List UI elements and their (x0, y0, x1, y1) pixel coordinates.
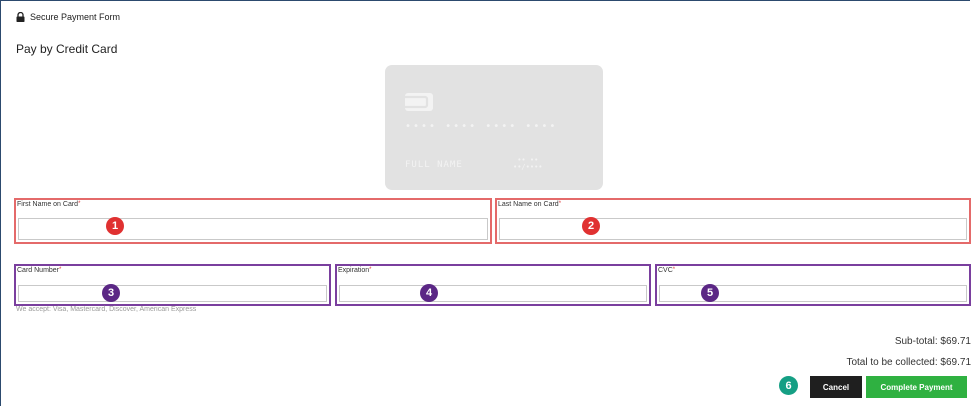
step-badge-6: 6 (779, 376, 798, 395)
card-expiry-value: ••/•••• (513, 163, 543, 171)
subtotal-text: Sub-total: $69.71 (894, 336, 971, 347)
card-preview: •••• •••• •••• •••• FULL NAME •• •• ••/•… (385, 65, 603, 190)
last-name-label: Last Name on Card* (498, 201, 562, 208)
first-name-label: First Name on Card* (17, 201, 81, 208)
card-number-label: Card Number* (17, 267, 62, 274)
first-name-field: First Name on Card* (14, 198, 492, 244)
card-number-preview: •••• •••• •••• •••• (405, 121, 558, 132)
card-name-preview: FULL NAME (405, 160, 463, 170)
last-name-field: Last Name on Card* (495, 198, 971, 244)
step-badge-4: 4 (420, 284, 438, 302)
accepted-cards-note: We accept: Visa, Mastercard, Discover, A… (16, 306, 197, 313)
cancel-button[interactable]: Cancel (810, 376, 862, 398)
first-name-input[interactable] (18, 218, 488, 240)
lock-icon (16, 12, 25, 22)
complete-payment-button[interactable]: Complete Payment (866, 376, 967, 398)
expiration-input[interactable] (339, 285, 647, 302)
card-number-field: Card Number* (14, 264, 331, 306)
cvc-field: CVC* (655, 264, 971, 306)
step-badge-5: 5 (701, 284, 719, 302)
card-expiry-preview: •• •• ••/•••• (513, 157, 543, 171)
last-name-input[interactable] (499, 218, 967, 240)
expiration-field: Expiration* (335, 264, 651, 306)
header-title: Secure Payment Form (30, 12, 121, 22)
card-number-input[interactable] (18, 285, 327, 302)
page-title: Pay by Credit Card (16, 42, 118, 56)
step-badge-1: 1 (106, 217, 124, 235)
step-badge-2: 2 (582, 217, 600, 235)
total-text: Total to be collected: $69.71 (846, 357, 971, 368)
card-chip-icon (405, 93, 433, 111)
form-header: Secure Payment Form (16, 12, 120, 22)
step-badge-3: 3 (102, 284, 120, 302)
cvc-label: CVC* (658, 267, 676, 274)
expiration-label: Expiration* (338, 267, 372, 274)
